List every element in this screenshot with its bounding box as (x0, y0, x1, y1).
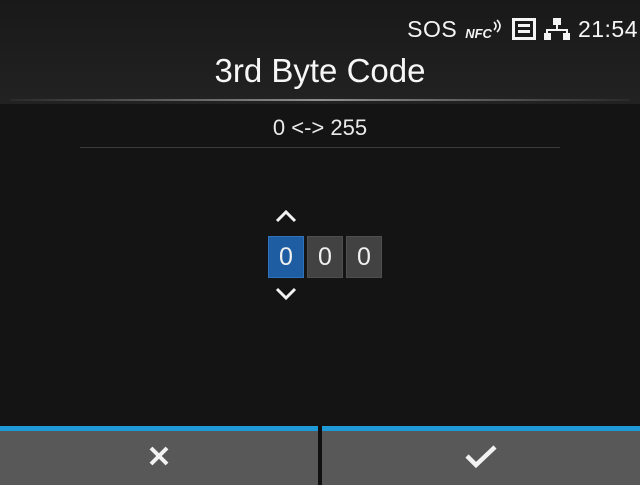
digit-tens[interactable]: 0 (307, 236, 343, 278)
confirm-button[interactable] (322, 426, 640, 485)
chevron-up-icon[interactable] (274, 208, 298, 224)
network-icon (543, 18, 570, 40)
nfc-label: NFC (465, 25, 492, 41)
chevron-down-icon[interactable] (274, 286, 298, 302)
digit-hundreds[interactable]: 0 (268, 236, 304, 278)
status-bar: SOS NFC 21:54 (407, 12, 638, 46)
page-title: 3rd Byte Code (214, 52, 426, 89)
printer-screen: SOS NFC 21:54 3rd Byte Code 0 <-> 255 0 … (0, 0, 640, 485)
digit-spinner[interactable]: 0 0 0 (268, 236, 382, 278)
title-divider (10, 99, 630, 101)
range-divider (80, 147, 560, 148)
x-icon (148, 445, 170, 472)
header: SOS NFC 21:54 3rd Byte Code (0, 0, 640, 104)
cancel-button[interactable] (0, 426, 318, 485)
digit-ones[interactable]: 0 (346, 236, 382, 278)
sd-card-icon (511, 18, 536, 40)
nfc-icon: NFC (465, 18, 504, 41)
checkmark-icon (464, 444, 498, 473)
clock: 21:54 (577, 15, 638, 42)
range-label: 0 <-> 255 (272, 115, 368, 140)
softkey-bar (0, 426, 640, 485)
sos-indicator: SOS (407, 15, 458, 42)
